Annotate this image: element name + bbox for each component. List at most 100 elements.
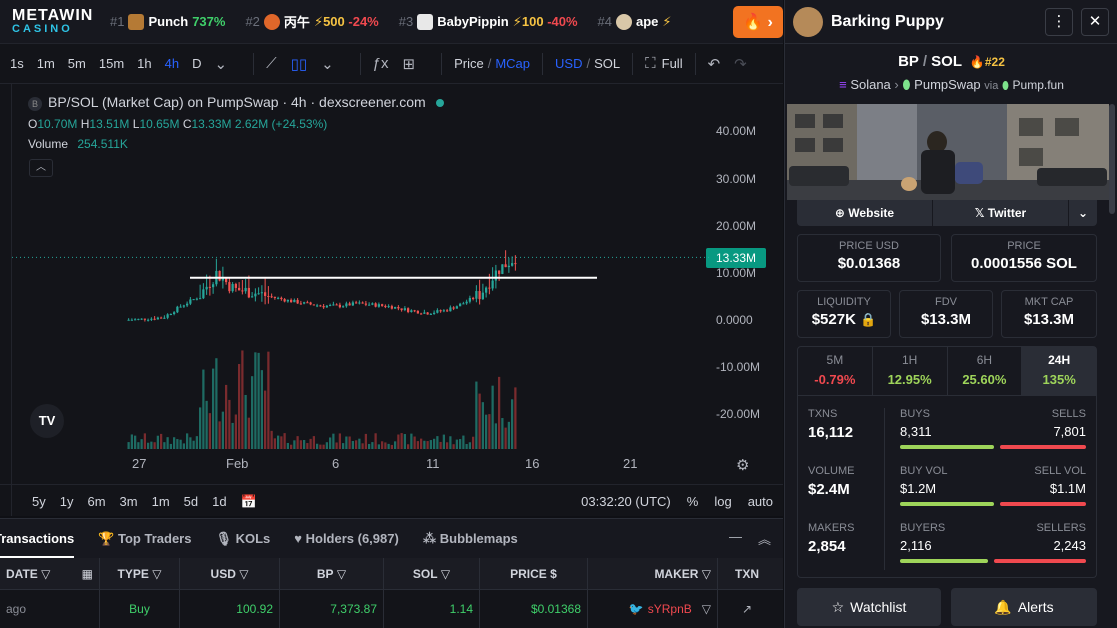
period-change: 135% [1042, 372, 1076, 387]
price-chart[interactable]: B BP/SOL (Market Cap) on PumpSwap · 4h · … [0, 84, 783, 516]
range-1y[interactable]: 1y [60, 494, 74, 509]
col-date[interactable]: DATE ▽ ▦ [0, 558, 100, 589]
col-sol[interactable]: SOL ▽ [384, 558, 480, 589]
tradingview-logo[interactable]: TV [30, 404, 64, 438]
timeframe-1h[interactable]: 1h [137, 56, 151, 71]
mcap-label: MKT CAP [1024, 296, 1074, 308]
tab-kols[interactable]: 🎙 KOLs [215, 531, 270, 547]
dex-link[interactable]: PumpSwap [914, 77, 980, 92]
calendar-icon[interactable]: 📅 [241, 494, 257, 510]
metawin-logo[interactable]: METAWIN CASINO [0, 8, 110, 35]
ticker-item-3[interactable]: #3 BabyPippin ⚡100 -40% [399, 13, 578, 30]
range-1m[interactable]: 1m [152, 494, 170, 509]
sol-toggle[interactable]: SOL [594, 56, 620, 71]
timeframe-4h[interactable]: 4h [165, 56, 179, 71]
col-bp[interactable]: BP ▽ [280, 558, 384, 589]
col-usd[interactable]: USD ▽ [180, 558, 280, 589]
indicators-icon[interactable]: ƒx [373, 55, 389, 72]
social-links: ⊕ Website 𝕏 Twitter ⌄ [797, 200, 1097, 226]
table-row[interactable]: ago Buy 100.92 7,373.87 1.14 $0.01368 🐦 s… [0, 590, 783, 628]
timeframe-5m[interactable]: 5m [68, 56, 86, 71]
period-6h[interactable]: 6H 25.60% [948, 347, 1023, 395]
minimize-icon[interactable]: — [729, 529, 742, 548]
candles-icon[interactable]: ▯▯ [291, 55, 308, 73]
period-5m[interactable]: 5M -0.79% [798, 347, 873, 395]
price-toggle[interactable]: Price [454, 56, 484, 71]
external-link-icon[interactable]: ↗ [718, 590, 776, 628]
watchlist-button[interactable]: ☆ Watchlist [797, 588, 941, 626]
twitter-button[interactable]: 𝕏 Twitter [933, 200, 1069, 226]
range-5d[interactable]: 5d [184, 494, 198, 509]
volume-bar [511, 399, 514, 449]
range-1d[interactable]: 1d [212, 494, 226, 509]
chevron-down-icon[interactable]: ⌄ [321, 55, 334, 73]
redo-icon[interactable]: ↷ [734, 55, 747, 73]
volume-bar [368, 443, 371, 449]
volume-bar [423, 440, 426, 449]
layout-grid-icon[interactable]: ⊞ [403, 55, 416, 73]
timeframe-15m[interactable]: 15m [99, 56, 124, 71]
scrollbar[interactable] [1109, 104, 1115, 214]
tab-bubblemaps[interactable]: ⁂ Bubblemaps [423, 531, 518, 547]
auto-toggle[interactable]: auto [748, 494, 773, 509]
candle [176, 306, 179, 313]
ticker-item-4[interactable]: #4 ape ⚡ [598, 13, 672, 30]
fullscreen-icon[interactable]: ⛶ [645, 55, 656, 72]
trade-stats: TXNS 16,112 BUYS SELLS 8,311 7,801 VOLUME … [797, 396, 1097, 578]
volume-bar [202, 369, 205, 449]
more-options-button[interactable]: ⋮ [1045, 8, 1073, 36]
website-button[interactable]: ⊕ Website [797, 200, 933, 226]
col-type[interactable]: TYPE ▽ [100, 558, 180, 589]
txns-label: TXNS [808, 408, 838, 420]
sell-fill [999, 502, 1086, 506]
cell-maker[interactable]: 🐦 sYRpnB ▽ [588, 590, 718, 628]
cell-price: $0.01368 [480, 590, 588, 628]
ticker-item-1[interactable]: #1 Punch 737% [110, 13, 225, 30]
range-3m[interactable]: 3m [120, 494, 138, 509]
full-button[interactable]: Full [662, 56, 683, 71]
timeframe-d[interactable]: D [192, 56, 201, 71]
alerts-button[interactable]: 🔔 Alerts [951, 588, 1097, 626]
filter-icon[interactable]: ▽ [702, 602, 711, 616]
close-button[interactable]: ✕ [1081, 8, 1109, 36]
gear-icon[interactable]: ⚙ [736, 456, 749, 474]
maker-address[interactable]: sYRpnB [648, 602, 692, 616]
log-toggle[interactable]: log [714, 494, 731, 509]
logo-text: METAWIN [12, 7, 94, 24]
token-avatar [263, 13, 280, 30]
chevron-down-icon[interactable]: ⌄ [214, 55, 227, 73]
candle [212, 284, 215, 288]
candle [475, 291, 478, 299]
volume-bar [397, 434, 400, 449]
col-price[interactable]: PRICE $ [480, 558, 588, 589]
usd-toggle[interactable]: USD [555, 56, 582, 71]
range-6m[interactable]: 6m [87, 494, 105, 509]
col-maker[interactable]: MAKER ▽ [588, 558, 718, 589]
percent-toggle[interactable]: % [687, 494, 699, 509]
tab-holders[interactable]: ♥ Holders (6,987) [294, 531, 399, 546]
period-1h[interactable]: 1H 12.95% [873, 347, 948, 395]
lock-icon[interactable]: 🔒 [860, 312, 876, 327]
candle [394, 306, 397, 309]
trending-fire-button[interactable]: 🔥 › [733, 6, 783, 38]
ticker-item-2[interactable]: #2 丙午 ⚡500 -24% [245, 12, 379, 31]
volume-bar [442, 434, 445, 449]
launchpad-link[interactable]: Pump.fun [1013, 78, 1064, 92]
chain-link[interactable]: Solana [850, 77, 890, 92]
tab-transactions[interactable]: Transactions [0, 531, 75, 558]
rank-badge: 🔥#22 [969, 55, 1005, 69]
undo-icon[interactable]: ↶ [708, 55, 721, 73]
chevron-down-icon[interactable]: ⌄ [1069, 200, 1097, 226]
expand-icon[interactable]: ︽ [758, 529, 771, 548]
volume-bar [501, 418, 504, 449]
tab-top-traders[interactable]: 🏆 Top Traders [98, 531, 191, 547]
utc-clock[interactable]: 03:32:20 (UTC) [581, 494, 671, 509]
timeframe-1m[interactable]: 1m [37, 56, 55, 71]
buyers-label: BUYERS [900, 522, 946, 534]
volume-bar [377, 444, 380, 449]
period-24h[interactable]: 24H 135% [1022, 347, 1096, 395]
timeframe-1s[interactable]: 1s [10, 56, 24, 71]
mcap-toggle[interactable]: MCap [495, 56, 530, 71]
trendline-icon[interactable]: ⟋ [266, 55, 277, 72]
range-5y[interactable]: 5y [32, 494, 46, 509]
